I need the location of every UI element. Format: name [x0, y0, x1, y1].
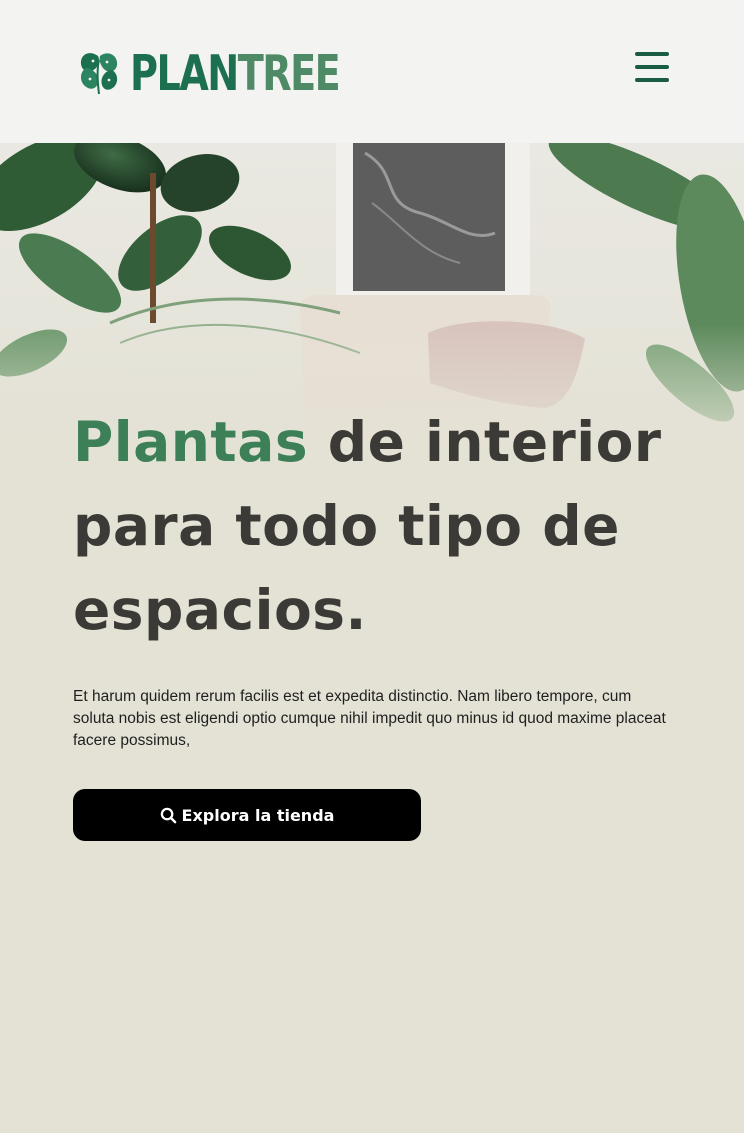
hero-headline: Plantas de interior para todo tipo de es… — [73, 400, 693, 652]
brand-wordmark: PLANTREE — [130, 49, 341, 98]
headline-accent: Plantas — [73, 410, 309, 474]
page: PLANTREE Plantas de interior para todo t… — [0, 0, 744, 1133]
hero-description: Et harum quidem rerum facilis est et exp… — [73, 688, 666, 749]
hamburger-menu-icon[interactable] — [632, 50, 672, 84]
explore-store-button[interactable]: Explora la tienda — [73, 789, 421, 841]
site-header: PLANTREE — [0, 0, 744, 143]
explore-store-label: Explora la tienda — [181, 805, 335, 825]
brand-wordmark-part1: PLAN — [130, 44, 239, 102]
brand-wordmark-part2: TREE — [237, 44, 341, 102]
leaf-logo-icon — [80, 53, 118, 95]
brand-logo[interactable]: PLANTREE — [78, 48, 398, 98]
menu-bar-top — [635, 52, 669, 56]
search-icon — [160, 807, 176, 823]
hero-content: Plantas de interior para todo tipo de es… — [73, 400, 693, 752]
menu-bar-bottom — [635, 78, 669, 82]
menu-bar-middle — [635, 65, 669, 69]
